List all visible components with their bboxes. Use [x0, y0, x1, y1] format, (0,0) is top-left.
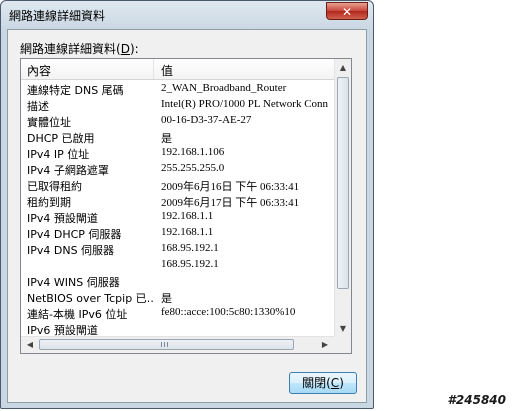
- row-property: 連結-本機 IPv6 位址: [27, 308, 128, 321]
- list-row[interactable]: 連線特定 DNS 尾碼 2_WAN_Broadband_Router: [21, 81, 334, 97]
- row-property: IPv4 WINS 伺服器: [27, 276, 120, 289]
- row-property: IPv4 子網路遮罩: [27, 164, 109, 177]
- row-property: 實體位址: [27, 116, 71, 129]
- row-property: 租約到期: [27, 196, 71, 209]
- row-value: 00-16-D3-37-AE-27: [161, 114, 252, 126]
- row-value: Intel(R) PRO/1000 PL Network Conn: [161, 98, 329, 110]
- close-button[interactable]: 關閉(C): [289, 372, 357, 394]
- row-property: IPv4 DNS 伺服器: [27, 244, 115, 257]
- row-property: DHCP 已啟用: [27, 132, 95, 145]
- watermark-text: #245840: [447, 393, 506, 407]
- title-bar[interactable]: 網路連線詳細資料 ✕: [1, 1, 373, 29]
- row-property: 連線特定 DNS 尾碼: [27, 84, 124, 97]
- row-value: 192.168.1.1: [161, 226, 214, 238]
- dialog-window: 網路連線詳細資料 ✕ 網路連線詳細資料(D): 內容 值 連線特定 DNS 尾碼…: [0, 0, 374, 409]
- list-row[interactable]: IPv4 預設閘道 192.168.1.1: [21, 209, 334, 225]
- list-row[interactable]: IPv6 預設閘道: [21, 321, 334, 337]
- list-header: 內容 值: [21, 59, 334, 80]
- list-rows: 連線特定 DNS 尾碼 2_WAN_Broadband_Router 描述 Intel…: [21, 81, 334, 338]
- row-value: fe80::acce:100:5c80:1330%10: [161, 306, 296, 318]
- row-property: IPv4 預設閘道: [27, 212, 98, 225]
- list-row[interactable]: NetBIOS over Tcpip 已… 是: [21, 289, 334, 305]
- column-divider[interactable]: [153, 59, 154, 79]
- vertical-scrollbar[interactable]: ▲ ▼: [334, 59, 351, 338]
- row-property: NetBIOS over Tcpip 已…: [27, 292, 155, 305]
- scrollbar-corner: [334, 336, 351, 353]
- column-header-value[interactable]: 值: [161, 62, 173, 79]
- row-value: 168.95.192.1: [161, 242, 219, 254]
- list-row[interactable]: 連結-本機 IPv6 位址 fe80::acce:100:5c80:1330%10: [21, 305, 334, 321]
- list-row[interactable]: 實體位址 00-16-D3-37-AE-27: [21, 113, 334, 129]
- details-group-label: 網路連線詳細資料(D):: [20, 42, 139, 56]
- list-row[interactable]: IPv4 DHCP 伺服器 192.168.1.1: [21, 225, 334, 241]
- row-value: 2009年6月17日 下午 06:33:41: [161, 197, 300, 209]
- thumb-grip-icon: [164, 342, 165, 347]
- window-title: 網路連線詳細資料: [9, 9, 106, 23]
- row-value: 192.168.1.1: [161, 210, 214, 222]
- thumb-grip-icon: [167, 342, 168, 347]
- list-row[interactable]: IPv4 IP 位址 192.168.1.106: [21, 145, 334, 161]
- list-row[interactable]: DHCP 已啟用 是: [21, 129, 334, 145]
- row-property: 描述: [27, 100, 49, 113]
- row-value: 255.255.255.0: [161, 162, 225, 174]
- scroll-up-arrow-icon[interactable]: ▲: [336, 60, 350, 76]
- row-property: IPv4 DHCP 伺服器: [27, 228, 122, 241]
- row-value: 是: [161, 133, 172, 145]
- row-property: 已取得租約: [27, 180, 82, 193]
- row-value: 2009年6月16日 下午 06:33:41: [161, 181, 300, 193]
- scroll-left-arrow-icon[interactable]: ◀: [22, 337, 38, 353]
- scroll-down-arrow-icon[interactable]: ▼: [336, 321, 350, 337]
- row-value: 168.95.192.1: [161, 258, 219, 270]
- horizontal-scroll-thumb[interactable]: [39, 339, 294, 350]
- thumb-grip-icon: [161, 342, 162, 347]
- details-list[interactable]: 內容 值 連線特定 DNS 尾碼 2_WAN_Broadband_Router 描述…: [20, 58, 352, 354]
- row-value: 是: [161, 293, 172, 305]
- vertical-scroll-thumb[interactable]: [337, 77, 349, 289]
- row-value: 2_WAN_Broadband_Router: [161, 82, 287, 94]
- list-row[interactable]: 租約到期 2009年6月17日 下午 06:33:41: [21, 193, 334, 209]
- dialog-client-area: 網路連線詳細資料(D): 內容 值 連線特定 DNS 尾碼 2_WAN_Broad…: [7, 29, 367, 403]
- row-property: IPv4 IP 位址: [27, 148, 90, 161]
- horizontal-scrollbar[interactable]: ◀ ▶: [21, 336, 334, 353]
- list-row[interactable]: 168.95.192.1: [21, 257, 334, 273]
- scroll-right-arrow-icon[interactable]: ▶: [317, 337, 333, 353]
- list-row[interactable]: 描述 Intel(R) PRO/1000 PL Network Conn: [21, 97, 334, 113]
- list-row[interactable]: IPv4 DNS 伺服器 168.95.192.1: [21, 241, 334, 257]
- row-value: 192.168.1.106: [161, 146, 225, 158]
- column-header-property[interactable]: 內容: [27, 62, 51, 79]
- list-row[interactable]: IPv4 子網路遮罩 255.255.255.0: [21, 161, 334, 177]
- list-row[interactable]: IPv4 WINS 伺服器: [21, 273, 334, 289]
- list-row[interactable]: 已取得租約 2009年6月16日 下午 06:33:41: [21, 177, 334, 193]
- window-close-button[interactable]: ✕: [326, 2, 368, 20]
